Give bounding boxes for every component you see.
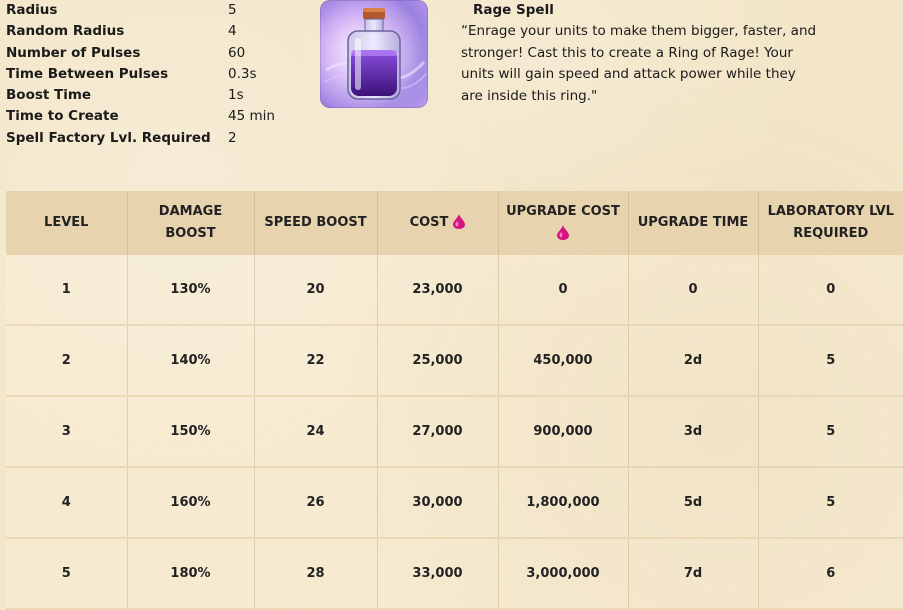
cell-level: 3 (6, 396, 128, 468)
header-label: UPGRADE TIME (637, 215, 749, 230)
cell-speed-boost: 26 (254, 467, 378, 539)
potion-bottle-icon (320, 0, 428, 108)
stat-label: Number of Pulses (6, 44, 141, 61)
cell-damage-boost: 150% (127, 396, 255, 468)
spell-title: Rage Spell (473, 2, 554, 18)
cell-upgrade-time: 3d (628, 396, 759, 468)
column-header-level: LEVEL (6, 191, 128, 255)
table-row: 4 160% 26 30,000 1,800,000 5d 5 (6, 467, 903, 539)
elixir-drop-icon (557, 225, 569, 240)
header-label: COST (409, 215, 449, 230)
stat-value: 45 min (228, 108, 275, 125)
stat-row-boost-time: Boost Time 1s (6, 85, 306, 106)
cell-cost: 23,000 (377, 255, 499, 326)
cell-speed-boost: 28 (254, 538, 378, 610)
cell-upgrade-time: 0 (628, 255, 759, 326)
cell-cost: 25,000 (377, 325, 499, 397)
cell-upgrade-cost: 900,000 (498, 396, 629, 468)
column-header-cost: COST (377, 191, 499, 255)
cell-level: 2 (6, 325, 128, 397)
stat-row-number-of-pulses: Number of Pulses 60 (6, 43, 306, 64)
cell-laboratory-level: 0 (758, 255, 903, 326)
header-label: DAMAGE BOOST (158, 204, 223, 241)
cell-level: 4 (6, 467, 128, 539)
stat-row-random-radius: Random Radius 4 (6, 21, 306, 42)
cell-laboratory-level: 5 (758, 396, 903, 468)
spell-description: Rage Spell “Enrage your units to make th… (461, 0, 821, 107)
header-label: UPGRADE COST (506, 204, 620, 219)
cell-upgrade-cost: 0 (498, 255, 629, 326)
cell-upgrade-time: 2d (628, 325, 759, 397)
cell-cost: 30,000 (377, 467, 499, 539)
cell-upgrade-time: 7d (628, 538, 759, 610)
cell-speed-boost: 24 (254, 396, 378, 468)
column-header-laboratory-level: LABORATORY LVL REQUIRED (758, 191, 903, 255)
stat-value: 60 (228, 44, 246, 61)
spell-description-text: “Enrage your units to make them bigger, … (461, 23, 817, 104)
stat-row-time-between-pulses: Time Between Pulses 0.3s (6, 64, 306, 85)
cell-damage-boost: 130% (127, 255, 255, 326)
stat-label: Spell Factory Lvl. Required (6, 129, 211, 146)
cell-damage-boost: 140% (127, 325, 255, 397)
column-header-upgrade-time: UPGRADE TIME (628, 191, 759, 255)
column-header-speed-boost: SPEED BOOST (254, 191, 378, 255)
rage-spell-icon (320, 0, 428, 108)
stat-value: 0.3s (228, 65, 257, 82)
cell-upgrade-cost: 3,000,000 (498, 538, 629, 610)
header-label: SPEED BOOST (264, 215, 367, 230)
table-row: 2 140% 22 25,000 450,000 2d 5 (6, 325, 903, 397)
column-header-upgrade-cost: UPGRADE COST (498, 191, 629, 255)
table-header-row: LEVEL DAMAGE BOOST SPEED BOOST COST UPGR… (6, 191, 903, 255)
stat-row-radius: Radius 5 (6, 0, 306, 21)
cell-level: 1 (6, 255, 128, 326)
stat-label: Random Radius (6, 23, 125, 40)
cell-cost: 33,000 (377, 538, 499, 610)
column-header-damage-boost: DAMAGE BOOST (127, 191, 255, 255)
table-row: 3 150% 24 27,000 900,000 3d 5 (6, 396, 903, 468)
cell-speed-boost: 22 (254, 325, 378, 397)
spell-levels-table: LEVEL DAMAGE BOOST SPEED BOOST COST UPGR… (6, 191, 903, 610)
stat-row-time-to-create: Time to Create 45 min (6, 106, 306, 127)
stat-value: 1s (228, 87, 244, 104)
cell-laboratory-level: 5 (758, 325, 903, 397)
stat-row-spell-factory-level: Spell Factory Lvl. Required 2 (6, 128, 306, 149)
cell-damage-boost: 160% (127, 467, 255, 539)
cell-laboratory-level: 6 (758, 538, 903, 610)
cell-laboratory-level: 5 (758, 467, 903, 539)
cell-upgrade-cost: 1,800,000 (498, 467, 629, 539)
cell-upgrade-cost: 450,000 (498, 325, 629, 397)
cell-cost: 27,000 (377, 396, 499, 468)
spell-stats-list: Radius 5 Random Radius 4 Number of Pulse… (6, 0, 306, 149)
stat-value: 2 (228, 129, 237, 146)
table-row: 5 180% 28 33,000 3,000,000 7d 6 (6, 538, 903, 610)
stat-label: Time to Create (6, 108, 119, 125)
cell-speed-boost: 20 (254, 255, 378, 326)
stat-value: 4 (228, 23, 237, 40)
stat-label: Radius (6, 2, 58, 18)
cell-damage-boost: 180% (127, 538, 255, 610)
cell-level: 5 (6, 538, 128, 610)
header-label: LABORATORY LVL REQUIRED (767, 204, 894, 241)
header-label: LEVEL (44, 215, 89, 230)
stat-label: Time Between Pulses (6, 65, 169, 82)
stat-value: 5 (228, 2, 237, 18)
table-row: 1 130% 20 23,000 0 0 0 (6, 255, 903, 326)
cell-upgrade-time: 5d (628, 467, 759, 539)
stat-label: Boost Time (6, 87, 92, 104)
elixir-drop-icon (453, 214, 466, 229)
